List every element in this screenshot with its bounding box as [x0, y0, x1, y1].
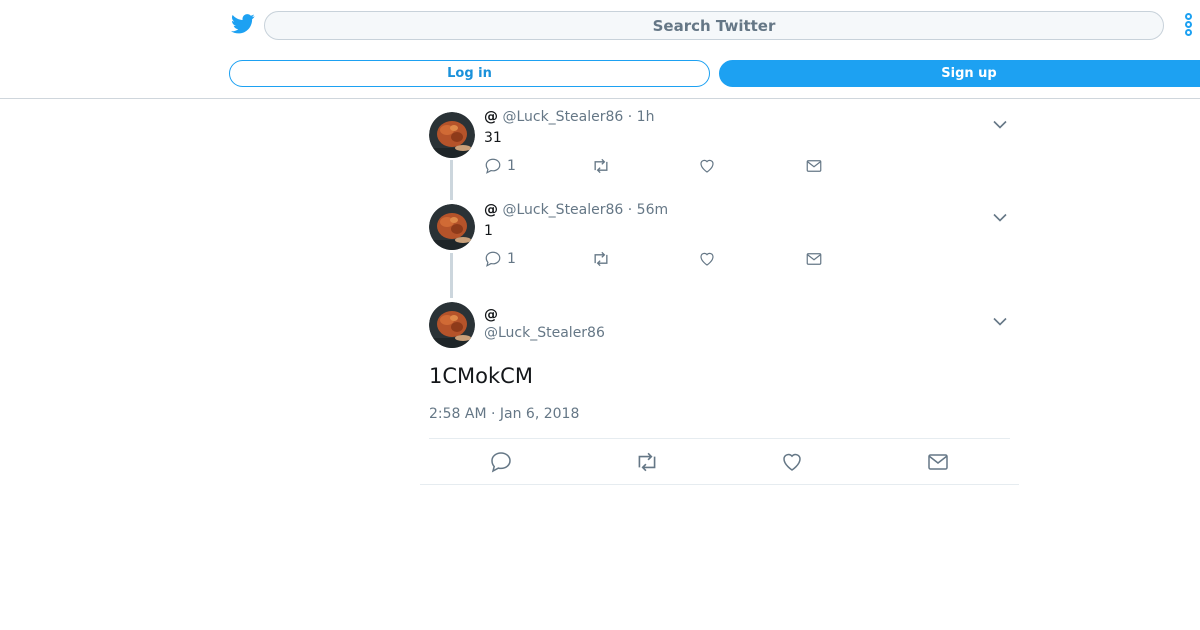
user-handle[interactable]: @Luck_Stealer86 — [484, 325, 605, 341]
reply-icon — [485, 251, 501, 267]
thread-line — [450, 253, 453, 298]
envelope-icon — [806, 253, 822, 265]
message-button[interactable] — [805, 157, 823, 175]
like-button[interactable] — [698, 250, 716, 268]
reply-count: 1 — [507, 158, 516, 174]
tweet-time[interactable]: · 56m — [628, 202, 668, 218]
message-button[interactable] — [805, 250, 823, 268]
chevron-down-icon[interactable] — [993, 114, 1007, 129]
retweet-button[interactable] — [634, 450, 660, 478]
tweet-header: @ @Luck_Stealer86 · 56m — [484, 202, 668, 218]
reply-icon — [491, 452, 511, 473]
retweet-button[interactable] — [591, 157, 611, 175]
tweet-text: 1 — [484, 223, 493, 239]
heart-icon — [783, 453, 801, 471]
envelope-icon — [928, 454, 948, 470]
reply-button[interactable]: 1 — [484, 157, 516, 175]
thread-line — [450, 160, 453, 200]
twitter-bird-icon[interactable] — [231, 13, 255, 35]
tweet-timestamp[interactable]: 2:58 AM · Jan 6, 2018 — [429, 406, 579, 422]
tweet-time[interactable]: · 1h — [628, 109, 655, 125]
retweet-button[interactable] — [591, 250, 611, 268]
chevron-down-icon[interactable] — [993, 311, 1007, 326]
heart-icon — [700, 252, 714, 266]
tweet-actions — [420, 439, 1019, 485]
search-input[interactable]: Search Twitter — [264, 11, 1164, 40]
signup-button[interactable]: Sign up — [719, 60, 1200, 87]
tweet-header: @ @Luck_Stealer86 · 1h — [484, 109, 654, 125]
display-name[interactable]: @ — [484, 307, 498, 323]
reply-button[interactable] — [489, 450, 513, 478]
tweet-text: 31 — [484, 130, 502, 146]
reply-icon — [485, 158, 501, 174]
avatar[interactable] — [429, 204, 475, 250]
reply-count: 1 — [507, 251, 516, 267]
user-handle[interactable]: @Luck_Stealer86 — [502, 202, 623, 218]
retweet-icon — [594, 158, 608, 174]
top-bar: Search Twitter Log in Sign up — [0, 0, 1200, 99]
login-button[interactable]: Log in — [229, 60, 710, 87]
retweet-icon — [594, 251, 608, 267]
chevron-down-icon[interactable] — [993, 207, 1007, 222]
envelope-icon — [806, 160, 822, 172]
like-button[interactable] — [780, 450, 804, 478]
reply-button[interactable]: 1 — [484, 250, 516, 268]
message-button[interactable] — [926, 450, 950, 478]
avatar[interactable] — [429, 302, 475, 348]
more-vertical-icon[interactable] — [1182, 13, 1194, 39]
display-name[interactable]: @ — [484, 109, 498, 125]
heart-icon — [700, 159, 714, 173]
user-handle[interactable]: @Luck_Stealer86 — [502, 109, 623, 125]
display-name[interactable]: @ — [484, 202, 498, 218]
tweet-text: 1CMokCM — [429, 364, 533, 388]
retweet-icon — [638, 452, 656, 472]
like-button[interactable] — [698, 157, 716, 175]
avatar[interactable] — [429, 112, 475, 158]
